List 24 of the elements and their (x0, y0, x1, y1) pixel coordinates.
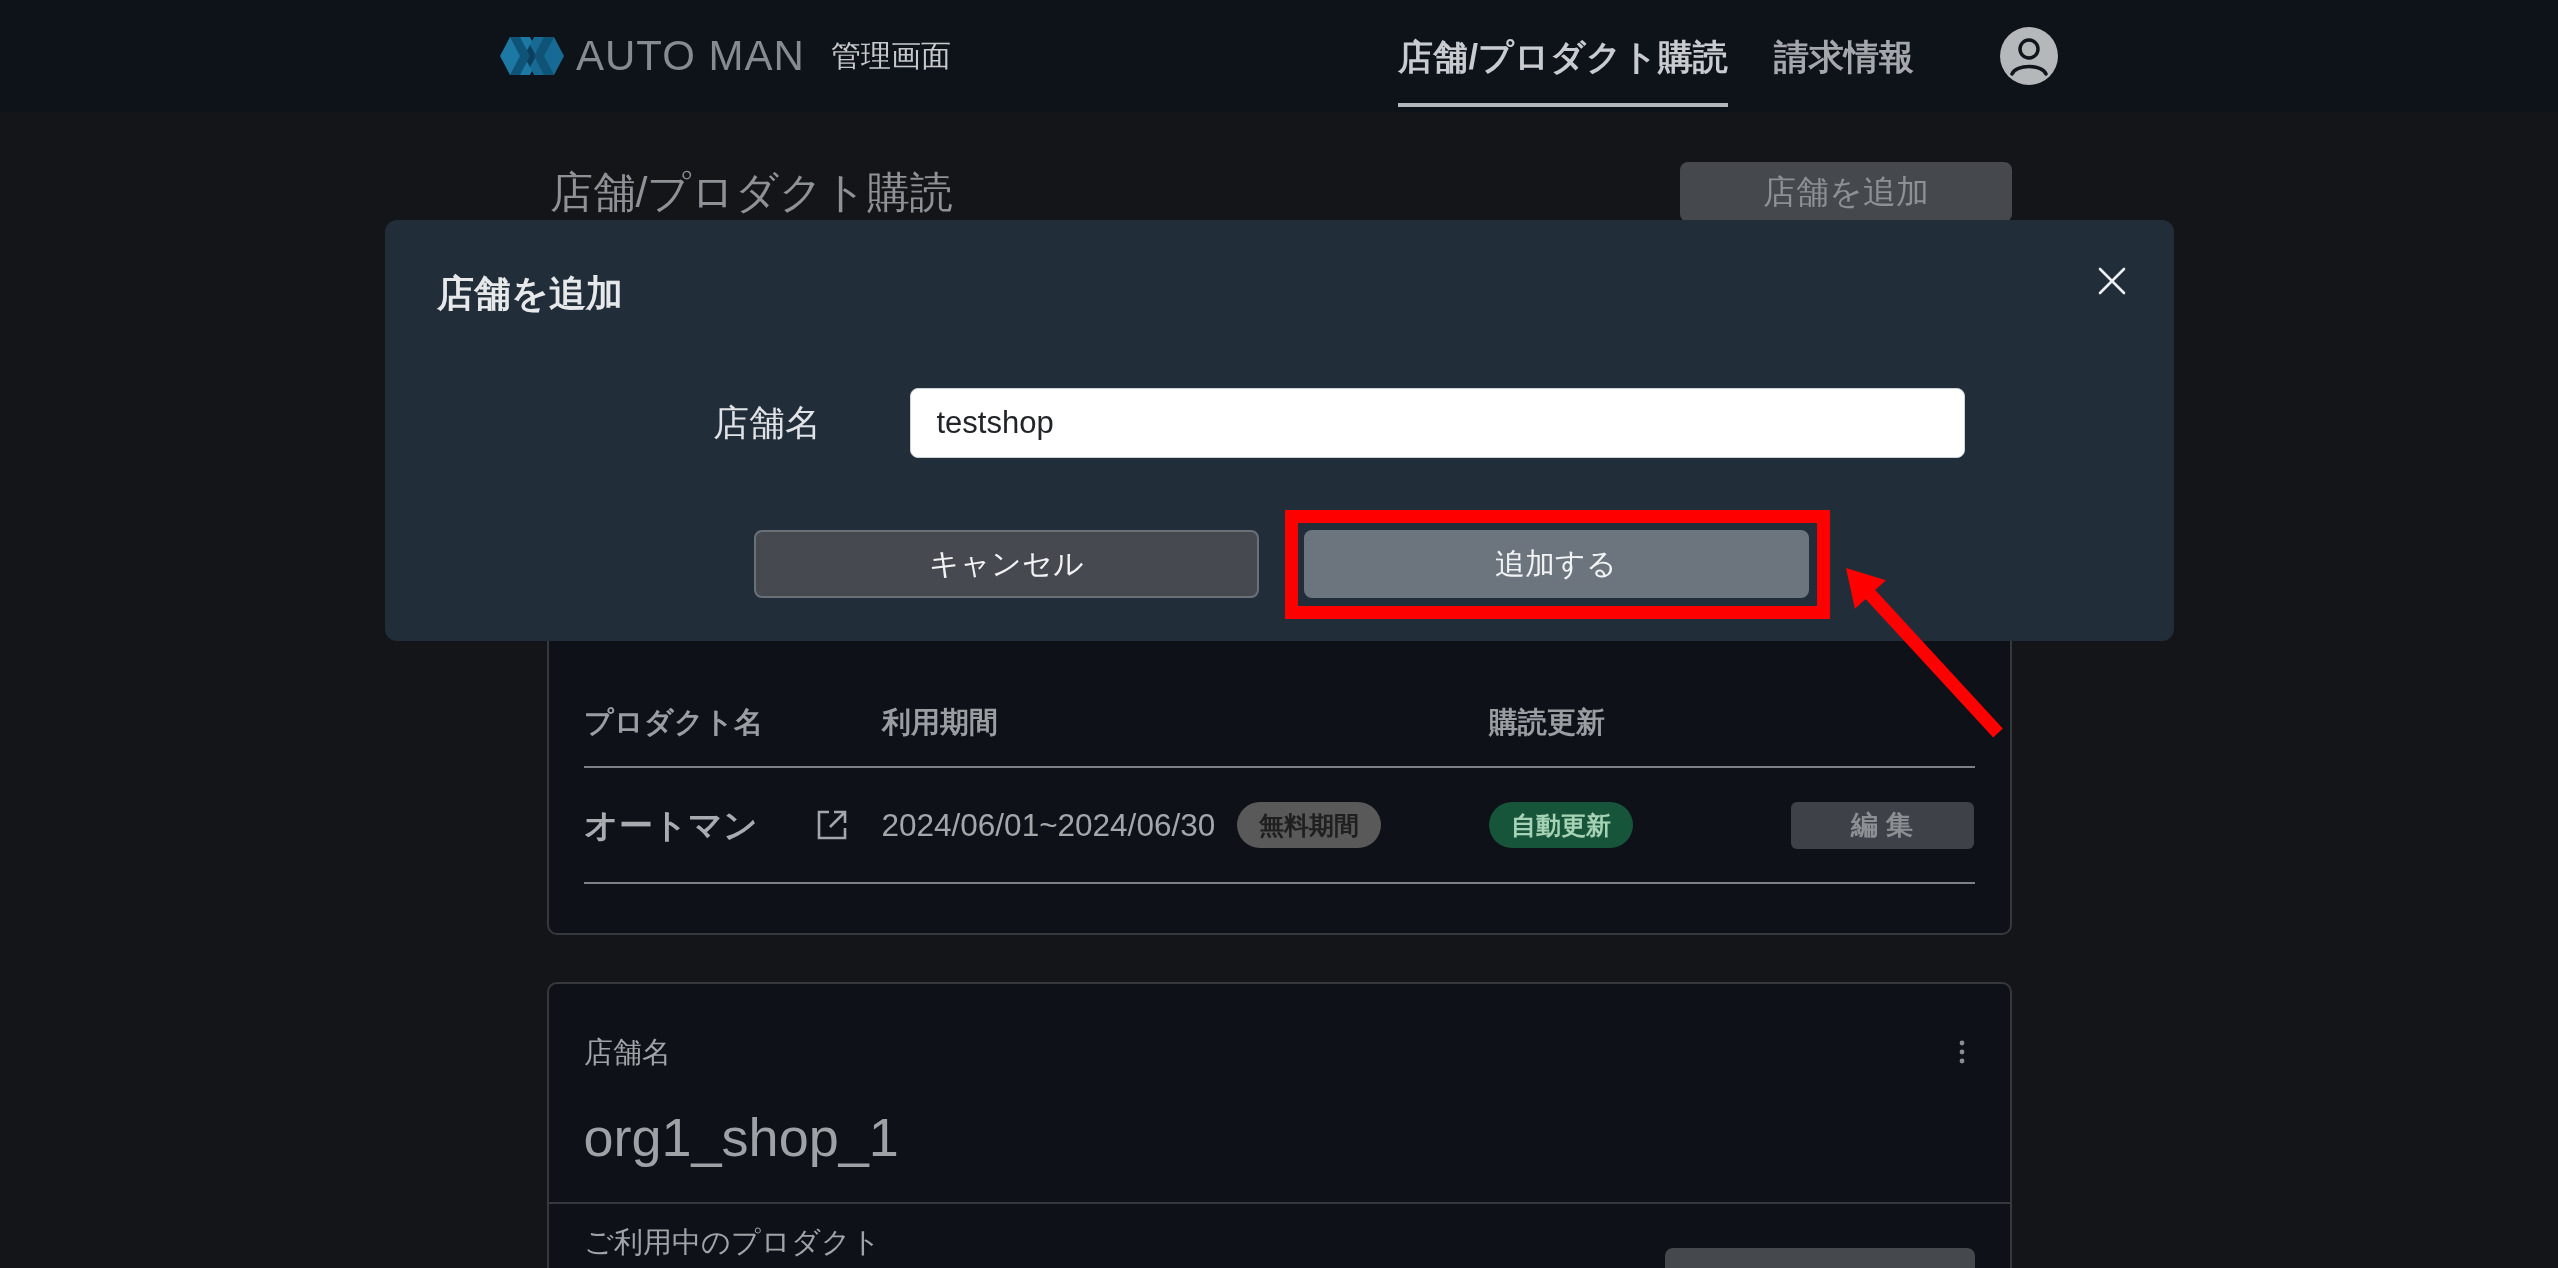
avatar-icon[interactable] (2000, 27, 2058, 85)
logo-icon (500, 36, 564, 76)
nav-tab[interactable]: 店舗/プロダクト購読 (1398, 17, 1728, 107)
nav-tab[interactable]: 請求情報 (1774, 17, 1914, 107)
column-header: 利用期間 (881, 706, 998, 738)
kebab-menu-icon[interactable] (1958, 1040, 1965, 1064)
renewal-badge: 自動更新 (1488, 802, 1633, 848)
logo-text: AUTO MAN (576, 31, 805, 81)
shop-name-field[interactable]: testshop (909, 388, 1965, 458)
app-subtitle: 管理画面 (830, 38, 951, 74)
shop-name: org1_shop_1 (583, 1107, 899, 1167)
page-title: 店舗/プロダクト購読 (549, 167, 954, 217)
dialog-button[interactable]: 追加する (1303, 530, 1809, 598)
column-header: プロダクト名 (583, 706, 763, 738)
usage-period: 2024/06/01~2024/06/30 (881, 806, 1216, 845)
product-name: オートマン (583, 805, 758, 846)
trial-badge: 無料期間 (1237, 802, 1382, 848)
close-icon[interactable] (2097, 267, 2126, 295)
section-title: ご利用中のプロダクト (583, 1225, 881, 1260)
dialog-button[interactable]: キャンセル (753, 530, 1259, 598)
modal-title: 店舗を追加 (436, 272, 623, 316)
field-label: 店舗名 (712, 401, 822, 445)
shop-name-label: 店舗名 (583, 1035, 671, 1070)
column-header: 購読更新 (1488, 706, 1605, 738)
